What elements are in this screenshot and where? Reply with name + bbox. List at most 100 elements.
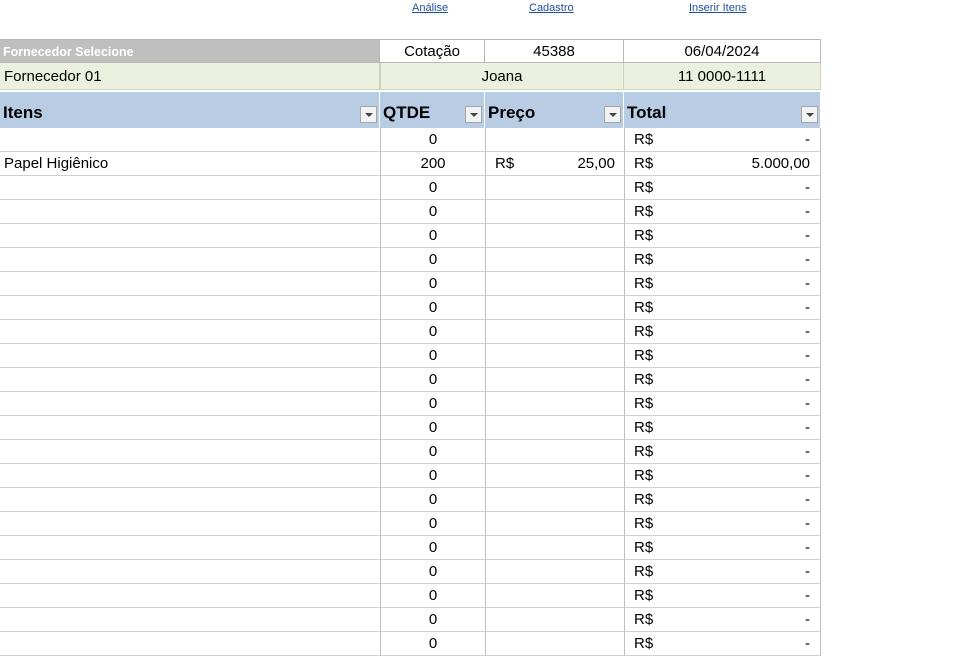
qtde-cell[interactable]: 0 xyxy=(380,512,485,536)
preco-cell[interactable] xyxy=(485,320,624,344)
inserir-itens-link[interactable]: Inserir Itens xyxy=(689,2,746,14)
column-header-qtde[interactable]: QTDE xyxy=(380,92,485,128)
total-cell[interactable]: R$ - xyxy=(624,320,821,344)
total-cell[interactable]: R$ - xyxy=(624,416,821,440)
quotation-date[interactable]: 06/04/2024 xyxy=(624,39,821,63)
total-filter-dropdown-icon[interactable] xyxy=(801,106,818,123)
qtde-cell[interactable]: 0 xyxy=(380,464,485,488)
item-cell[interactable] xyxy=(0,128,380,152)
preco-cell[interactable] xyxy=(485,560,624,584)
cadastro-link[interactable]: Cadastro xyxy=(529,2,574,14)
qtde-filter-dropdown-icon[interactable] xyxy=(465,106,482,123)
column-header-total[interactable]: Total xyxy=(624,92,821,128)
qtde-cell[interactable]: 0 xyxy=(380,224,485,248)
qtde-cell[interactable]: 0 xyxy=(380,296,485,320)
cotacao-label[interactable]: Cotação xyxy=(380,39,485,63)
qtde-cell[interactable]: 0 xyxy=(380,272,485,296)
item-cell[interactable] xyxy=(0,296,380,320)
qtde-cell[interactable]: 0 xyxy=(380,392,485,416)
preco-cell[interactable] xyxy=(485,176,624,200)
preco-cell[interactable] xyxy=(485,488,624,512)
item-cell[interactable] xyxy=(0,488,380,512)
total-cell[interactable]: R$ - xyxy=(624,200,821,224)
total-cell[interactable]: R$ - xyxy=(624,632,821,656)
total-cell[interactable]: R$ - xyxy=(624,488,821,512)
analise-link[interactable]: Análise xyxy=(412,2,448,14)
item-cell[interactable] xyxy=(0,440,380,464)
qtde-cell[interactable]: 0 xyxy=(380,200,485,224)
total-cell[interactable]: R$ - xyxy=(624,296,821,320)
qtde-cell[interactable]: 0 xyxy=(380,584,485,608)
preco-cell[interactable] xyxy=(485,272,624,296)
phone-cell[interactable]: 11 0000-1111 xyxy=(624,63,821,90)
item-cell[interactable] xyxy=(0,536,380,560)
item-cell[interactable] xyxy=(0,608,380,632)
qtde-cell[interactable]: 0 xyxy=(380,488,485,512)
supplier-select-label[interactable]: Fornecedor Selecione xyxy=(0,39,380,63)
preco-cell[interactable] xyxy=(485,248,624,272)
total-cell[interactable]: R$ - xyxy=(624,584,821,608)
preco-cell[interactable] xyxy=(485,200,624,224)
preco-filter-dropdown-icon[interactable] xyxy=(604,106,621,123)
supplier-name-cell[interactable]: Fornecedor 01 xyxy=(0,63,380,90)
preco-cell[interactable] xyxy=(485,536,624,560)
total-cell[interactable]: R$ - xyxy=(624,128,821,152)
preco-cell[interactable] xyxy=(485,632,624,656)
qtde-cell[interactable]: 0 xyxy=(380,128,485,152)
preco-cell[interactable] xyxy=(485,392,624,416)
qtde-cell[interactable]: 0 xyxy=(380,440,485,464)
item-cell[interactable] xyxy=(0,632,380,656)
total-cell[interactable]: R$ - xyxy=(624,248,821,272)
total-cell[interactable]: R$ - xyxy=(624,344,821,368)
preco-cell[interactable]: R$ 25,00 xyxy=(485,152,624,176)
qtde-cell[interactable]: 0 xyxy=(380,560,485,584)
qtde-cell[interactable]: 0 xyxy=(380,632,485,656)
total-cell[interactable]: R$ - xyxy=(624,224,821,248)
column-header-itens[interactable]: Itens xyxy=(0,92,380,128)
total-cell[interactable]: R$ - xyxy=(624,440,821,464)
item-cell[interactable] xyxy=(0,560,380,584)
item-cell[interactable] xyxy=(0,584,380,608)
preco-cell[interactable] xyxy=(485,464,624,488)
total-cell[interactable]: R$ - xyxy=(624,464,821,488)
total-cell[interactable]: R$ - xyxy=(624,368,821,392)
item-cell[interactable] xyxy=(0,368,380,392)
qtde-cell[interactable]: 0 xyxy=(380,248,485,272)
total-cell[interactable]: R$ - xyxy=(624,392,821,416)
itens-filter-dropdown-icon[interactable] xyxy=(360,106,377,123)
item-cell[interactable] xyxy=(0,512,380,536)
item-cell[interactable] xyxy=(0,320,380,344)
total-cell[interactable]: R$ - xyxy=(624,176,821,200)
item-cell[interactable] xyxy=(0,176,380,200)
total-cell[interactable]: R$ - xyxy=(624,272,821,296)
preco-cell[interactable] xyxy=(485,368,624,392)
total-cell[interactable]: R$ - xyxy=(624,608,821,632)
preco-cell[interactable] xyxy=(485,344,624,368)
preco-cell[interactable] xyxy=(485,296,624,320)
total-cell[interactable]: R$ - xyxy=(624,560,821,584)
preco-cell[interactable] xyxy=(485,512,624,536)
qtde-cell[interactable]: 200 xyxy=(380,152,485,176)
preco-cell[interactable] xyxy=(485,584,624,608)
total-cell[interactable]: R$ - xyxy=(624,536,821,560)
item-cell[interactable]: Papel Higiênico xyxy=(0,152,380,176)
qtde-cell[interactable]: 0 xyxy=(380,416,485,440)
qtde-cell[interactable]: 0 xyxy=(380,368,485,392)
total-cell[interactable]: R$ - xyxy=(624,512,821,536)
preco-cell[interactable] xyxy=(485,224,624,248)
column-header-preco[interactable]: Preço xyxy=(485,92,624,128)
preco-cell[interactable] xyxy=(485,128,624,152)
item-cell[interactable] xyxy=(0,248,380,272)
item-cell[interactable] xyxy=(0,392,380,416)
preco-cell[interactable] xyxy=(485,608,624,632)
qtde-cell[interactable]: 0 xyxy=(380,176,485,200)
qtde-cell[interactable]: 0 xyxy=(380,344,485,368)
item-cell[interactable] xyxy=(0,416,380,440)
contact-cell[interactable]: Joana xyxy=(380,63,624,90)
cotacao-number[interactable]: 45388 xyxy=(485,39,624,63)
item-cell[interactable] xyxy=(0,272,380,296)
qtde-cell[interactable]: 0 xyxy=(380,320,485,344)
item-cell[interactable] xyxy=(0,464,380,488)
total-cell[interactable]: R$ 5.000,00 xyxy=(624,152,821,176)
qtde-cell[interactable]: 0 xyxy=(380,608,485,632)
